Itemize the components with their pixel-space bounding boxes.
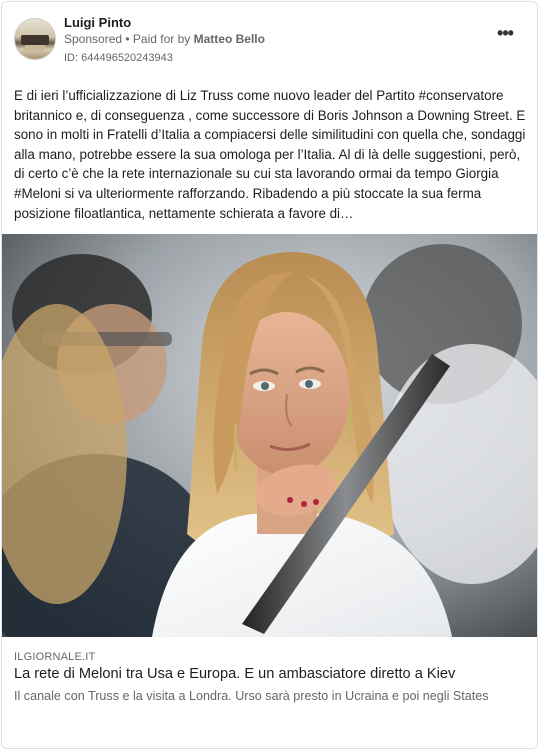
sponsored-post-card: Luigi Pinto Sponsored • Paid for by Matt… (1, 1, 538, 749)
link-preview[interactable]: ILGIORNALE.IT La rete di Meloni tra Usa … (2, 637, 537, 748)
post-body-text: E di ieri l’ufficializzazione di Liz Tru… (14, 88, 526, 221)
more-horizontal-icon[interactable]: ••• (493, 24, 517, 44)
post-header: Luigi Pinto Sponsored • Paid for by Matt… (14, 15, 525, 71)
link-headline[interactable]: La rete di Meloni tra Usa e Europa. E un… (14, 665, 529, 684)
sponsored-line: Sponsored • Paid for by Matteo Bello (64, 32, 265, 46)
link-domain: ILGIORNALE.IT (14, 651, 96, 663)
post-image[interactable] (2, 234, 537, 637)
paid-for-prefix: • Paid for by (122, 32, 194, 46)
author-avatar[interactable] (14, 18, 56, 60)
ad-id: ID: 644496520243943 (64, 52, 173, 64)
author-name[interactable]: Luigi Pinto (64, 15, 131, 30)
link-description: Il canale con Truss e la visita a Londra… (14, 689, 489, 703)
avatar-detail (25, 45, 45, 51)
post-photo (2, 234, 537, 637)
paid-for-name[interactable]: Matteo Bello (194, 32, 265, 46)
sponsored-label: Sponsored (64, 32, 123, 46)
avatar-detail (21, 35, 49, 45)
